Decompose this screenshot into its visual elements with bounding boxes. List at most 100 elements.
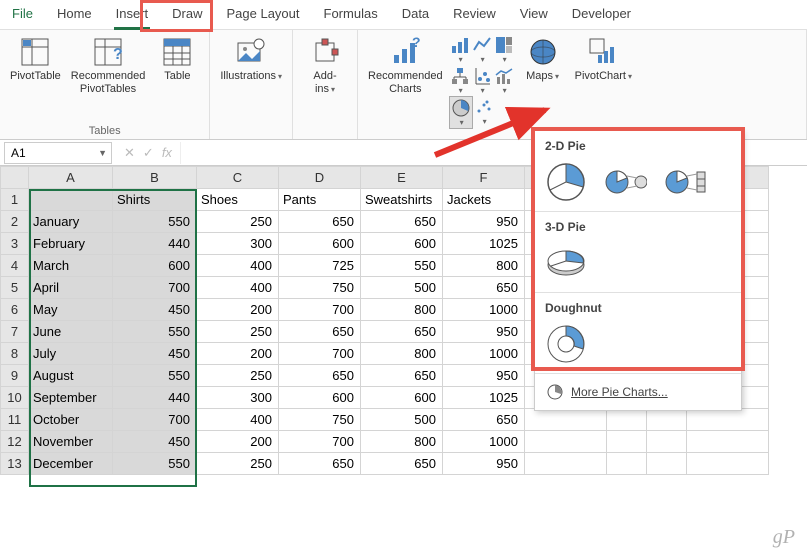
cell-c10[interactable]: 300 [197,387,279,409]
row-header-6[interactable]: 6 [1,299,29,321]
cell-b5[interactable]: 700 [113,277,197,299]
scatter-chart-button[interactable]: ▾ [473,96,495,129]
cell-a12[interactable]: November [29,431,113,453]
recommended-pivottables-button[interactable]: ? Recommended PivotTables [67,34,150,98]
cell-f11[interactable]: 650 [443,409,525,431]
cell-d11[interactable]: 750 [279,409,361,431]
cell-d4[interactable]: 725 [279,255,361,277]
enter-icon[interactable]: ✓ [143,145,154,161]
cell-e3[interactable]: 600 [361,233,443,255]
cell-f12[interactable]: 1000 [443,431,525,453]
row-header-2[interactable]: 2 [1,211,29,233]
cell-a5[interactable]: April [29,277,113,299]
cell-a7[interactable]: June [29,321,113,343]
cell-f4[interactable]: 800 [443,255,525,277]
col-header-f[interactable]: F [443,167,525,189]
col-header-b[interactable]: B [113,167,197,189]
tab-file[interactable]: File [0,0,45,29]
col-header-c[interactable]: C [197,167,279,189]
cell-e10[interactable]: 600 [361,387,443,409]
tab-home[interactable]: Home [45,0,104,29]
cell-e9[interactable]: 650 [361,365,443,387]
treemap-button[interactable]: ▾ [493,34,515,65]
cell-c12[interactable]: 200 [197,431,279,453]
cell-b2[interactable]: 550 [113,211,197,233]
cell-e11[interactable]: 500 [361,409,443,431]
cell-c3[interactable]: 300 [197,233,279,255]
cell-c4[interactable]: 400 [197,255,279,277]
cell-a13[interactable]: December [29,453,113,475]
pie-of-pie-option[interactable] [605,161,647,203]
cell-a2[interactable]: January [29,211,113,233]
tab-insert[interactable]: Insert [104,0,161,29]
cell-d5[interactable]: 750 [279,277,361,299]
fx-icon[interactable]: fx [162,145,172,160]
cell-c1[interactable]: Shoes [197,189,279,211]
cell-b6[interactable]: 450 [113,299,197,321]
cell-c6[interactable]: 200 [197,299,279,321]
cell-a10[interactable]: September [29,387,113,409]
recommended-charts-button[interactable]: ? Recommended Charts [364,34,447,98]
cell-e1[interactable]: Sweatshirts [361,189,443,211]
cell-d13[interactable]: 650 [279,453,361,475]
cell-f8[interactable]: 1000 [443,343,525,365]
cell-d3[interactable]: 600 [279,233,361,255]
cell-d7[interactable]: 650 [279,321,361,343]
cell-f1[interactable]: Jackets [443,189,525,211]
cell-b4[interactable]: 600 [113,255,197,277]
cell-d2[interactable]: 650 [279,211,361,233]
cell-a8[interactable]: July [29,343,113,365]
illustrations-button[interactable]: Illustrations▾ [216,34,286,85]
more-pie-charts-link[interactable]: More Pie Charts... [535,374,741,410]
hierarchy-chart-button[interactable]: ▾ [449,65,471,96]
cell-f2[interactable]: 950 [443,211,525,233]
tab-view[interactable]: View [508,0,560,29]
cell-e2[interactable]: 650 [361,211,443,233]
cell-d6[interactable]: 700 [279,299,361,321]
cell-f5[interactable]: 650 [443,277,525,299]
cell-b11[interactable]: 700 [113,409,197,431]
bar-chart-button[interactable]: ▾ [449,34,471,65]
cell-c2[interactable]: 250 [197,211,279,233]
row-header-4[interactable]: 4 [1,255,29,277]
col-header-d[interactable]: D [279,167,361,189]
cell-a11[interactable]: October [29,409,113,431]
table-button[interactable]: Table [151,34,203,85]
cell-b7[interactable]: 550 [113,321,197,343]
row-header-3[interactable]: 3 [1,233,29,255]
addins-button[interactable]: Add- ins▾ [299,34,351,98]
doughnut-option[interactable] [545,323,587,365]
cancel-icon[interactable]: ✕ [124,145,135,161]
cell-c7[interactable]: 250 [197,321,279,343]
tab-data[interactable]: Data [390,0,441,29]
row-header-12[interactable]: 12 [1,431,29,453]
stats-chart-button[interactable]: ▾ [471,65,493,96]
cell-a1[interactable] [29,189,113,211]
cell-b1[interactable]: Shirts [113,189,197,211]
maps-button[interactable]: Maps▾ [517,34,569,85]
cell-c11[interactable]: 400 [197,409,279,431]
combo-chart-button[interactable]: ▾ [493,65,515,96]
cell-e8[interactable]: 800 [361,343,443,365]
pivottable-button[interactable]: PivotTable [6,34,65,85]
row-header-10[interactable]: 10 [1,387,29,409]
row-header-1[interactable]: 1 [1,189,29,211]
pie-3d-option[interactable] [545,242,587,284]
cell-a6[interactable]: May [29,299,113,321]
tab-page-layout[interactable]: Page Layout [215,0,312,29]
cell-a4[interactable]: March [29,255,113,277]
cell-c9[interactable]: 250 [197,365,279,387]
cell-e5[interactable]: 500 [361,277,443,299]
cell-c5[interactable]: 400 [197,277,279,299]
cell-f3[interactable]: 1025 [443,233,525,255]
cell-a3[interactable]: February [29,233,113,255]
tab-developer[interactable]: Developer [560,0,643,29]
bar-of-pie-option[interactable] [665,161,707,203]
pie-chart-button[interactable]: ▾ [449,96,473,129]
col-header-a[interactable]: A [29,167,113,189]
cell-f9[interactable]: 950 [443,365,525,387]
cell-b8[interactable]: 450 [113,343,197,365]
cell-e7[interactable]: 650 [361,321,443,343]
tab-draw[interactable]: Draw [160,0,214,29]
cell-d9[interactable]: 650 [279,365,361,387]
